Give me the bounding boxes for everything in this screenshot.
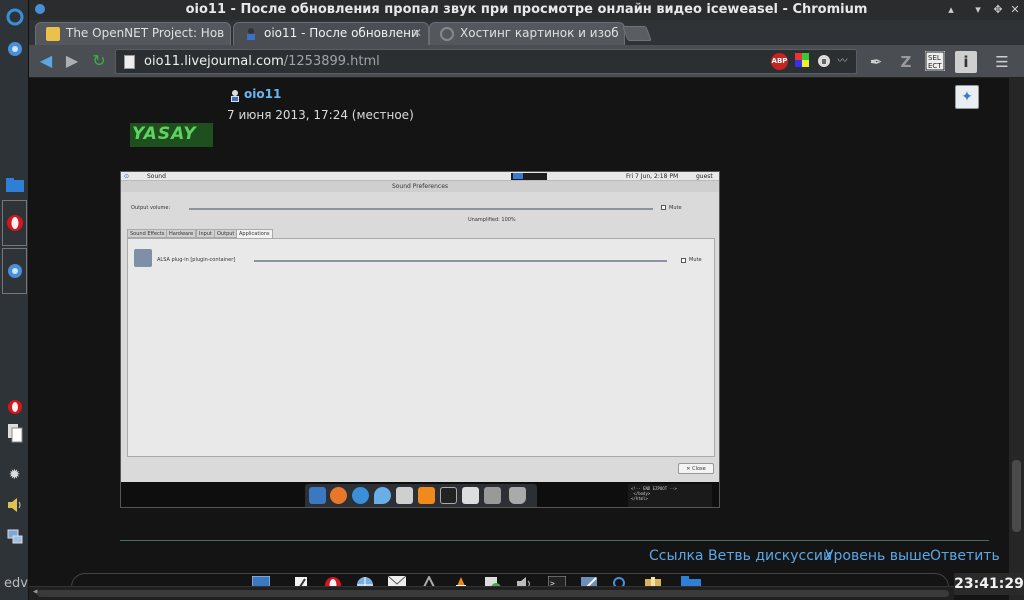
opennet-favicon bbox=[46, 27, 60, 41]
new-tab-button[interactable] bbox=[622, 26, 652, 41]
tab-label: The OpenNET Project: Нов bbox=[66, 26, 225, 40]
shot-tab-sound-effects: Sound Effects bbox=[127, 229, 168, 238]
tab-label: oio11 - После обновлени bbox=[264, 26, 419, 40]
user-avatar[interactable]: YASAY bbox=[130, 123, 213, 147]
tab-livejournal[interactable]: oio11 - После обновлени ✕ bbox=[233, 22, 429, 45]
shot-applications-panel: ALSA plug-in [plugin-container] Mute bbox=[127, 238, 715, 457]
reload-icon[interactable]: ↻ bbox=[89, 51, 109, 71]
shot-mute-checkbox bbox=[661, 205, 666, 210]
info-icon[interactable]: i bbox=[955, 51, 977, 73]
window-title: oio11 - После обновления пропал звук при… bbox=[185, 2, 868, 17]
shot-output-slider bbox=[189, 208, 653, 210]
shot-close-button: ✕ Close bbox=[678, 463, 714, 474]
browser-toolbar: ◀ ▶ ↻ oio11.livejournal.com/1253899.html… bbox=[29, 45, 1024, 78]
link-thread[interactable]: Ветвь дискуссии bbox=[708, 548, 832, 564]
select-extension-icon[interactable]: SEL ECT bbox=[924, 51, 946, 73]
shot-app-mute-checkbox bbox=[681, 258, 686, 263]
page-icon bbox=[124, 55, 135, 69]
pen-extension-icon[interactable]: ✒ bbox=[865, 51, 887, 73]
clipboard-icon[interactable] bbox=[2, 420, 27, 446]
link-reply[interactable]: Ответить bbox=[930, 548, 1000, 564]
horizontal-scrollbar[interactable]: ◂ bbox=[29, 586, 954, 600]
window-titlebar[interactable]: oio11 - После обновления пропал звук при… bbox=[29, 0, 1024, 20]
shot-app-icon bbox=[134, 249, 152, 267]
network-icon[interactable] bbox=[2, 524, 27, 550]
tab-close-icon[interactable]: ✕ bbox=[412, 23, 422, 44]
shot-tab-output: Output bbox=[214, 229, 238, 238]
shot-unamplified-label: Unamplified: 100% bbox=[468, 217, 516, 223]
left-launcher-panel: ✹ edv bbox=[0, 0, 29, 600]
window-minimize-icon[interactable]: ▾ bbox=[971, 3, 985, 17]
desktop: ✹ edv oio11 - После обновления пропал зв… bbox=[0, 0, 1024, 600]
chromium-window-button[interactable] bbox=[2, 248, 27, 294]
url-text[interactable]: oio11.livejournal.com/1253899.html bbox=[144, 54, 380, 69]
shot-code-snippet: <!-- END EZPOOT --> </body> </html> bbox=[628, 484, 712, 507]
shot-app-mute-label: Mute bbox=[689, 257, 702, 263]
livejournal-user-favicon bbox=[244, 27, 258, 41]
username-link[interactable]: oio11 bbox=[244, 87, 281, 101]
shot-top-panel: ⊙ Sound Fri 7 Jun, 2:18 PM guest bbox=[121, 172, 719, 181]
shot-output-label: Output volume: bbox=[131, 205, 171, 211]
shot-app-slider bbox=[254, 260, 667, 262]
address-bar[interactable]: oio11.livejournal.com/1253899.html ABP 〰 bbox=[115, 49, 857, 74]
loading-spinner-favicon bbox=[440, 27, 454, 41]
svg-text:ECT: ECT bbox=[928, 62, 942, 70]
zotero-icon[interactable]: Z bbox=[895, 51, 917, 73]
shot-dock: <!-- END EZPOOT --> </body> </html> bbox=[121, 482, 719, 507]
password-icon[interactable] bbox=[815, 53, 832, 70]
link-permalink[interactable]: Ссылка bbox=[649, 548, 704, 564]
window-close-icon[interactable]: ✕ bbox=[1008, 3, 1022, 17]
brightness-icon[interactable]: ✹ bbox=[2, 462, 27, 488]
color-picker-icon[interactable] bbox=[793, 53, 810, 70]
feed-icon[interactable]: 〰 bbox=[834, 53, 851, 70]
shot-app-label: ALSA plug-in [plugin-container] bbox=[157, 257, 236, 263]
window-maximize-icon[interactable]: ✥ bbox=[991, 3, 1005, 17]
tab-image-hosting[interactable]: Хостинг картинок и изоб bbox=[429, 22, 625, 45]
tab-opennet[interactable]: The OpenNET Project: Нов bbox=[35, 22, 231, 45]
system-clock[interactable]: 23:41:29 bbox=[954, 573, 1024, 595]
forward-icon[interactable]: ▶ bbox=[62, 51, 82, 71]
vertical-scrollbar[interactable] bbox=[1009, 78, 1024, 600]
panel-label: edv bbox=[4, 576, 28, 591]
page-content: oio11 7 июня 2013, 17:24 (местное) YASAY… bbox=[29, 78, 1009, 600]
volume-icon[interactable] bbox=[2, 492, 27, 518]
adblock-icon[interactable]: ABP bbox=[771, 53, 788, 70]
embedded-screenshot[interactable]: ⊙ Sound Fri 7 Jun, 2:18 PM guest Sound P… bbox=[120, 171, 720, 508]
shot-tab-input: Input bbox=[196, 229, 215, 238]
horizontal-scroll-thumb[interactable] bbox=[37, 590, 949, 597]
debian-menu-icon[interactable] bbox=[2, 4, 27, 30]
svg-text:SEL: SEL bbox=[928, 54, 941, 62]
link-parent[interactable]: Уровень выше bbox=[825, 548, 930, 564]
shot-mute-label: Mute bbox=[669, 205, 682, 211]
chromium-launcher-icon[interactable] bbox=[2, 36, 27, 62]
window-shade-icon[interactable]: ▴ bbox=[944, 3, 958, 17]
pin-icon[interactable]: ✦ bbox=[955, 85, 979, 109]
shot-window-title: Sound Preferences bbox=[121, 181, 719, 192]
shot-tab-hardware: Hardware bbox=[166, 229, 197, 238]
post-divider bbox=[120, 540, 989, 541]
lj-user-icon[interactable] bbox=[229, 88, 241, 102]
file-manager-icon[interactable] bbox=[2, 172, 27, 198]
post-date: 7 июня 2013, 17:24 (местное) bbox=[227, 108, 414, 122]
menu-icon[interactable]: ☰ bbox=[991, 51, 1013, 73]
opera-window-button[interactable] bbox=[2, 200, 27, 246]
tab-label: Хостинг картинок и изоб bbox=[460, 26, 619, 40]
scrollbar-thumb[interactable] bbox=[1012, 460, 1021, 532]
opera-tray-icon[interactable] bbox=[2, 394, 27, 420]
back-icon[interactable]: ◀ bbox=[36, 51, 56, 71]
tab-strip: The OpenNET Project: Нов oio11 - После о… bbox=[29, 20, 1024, 45]
